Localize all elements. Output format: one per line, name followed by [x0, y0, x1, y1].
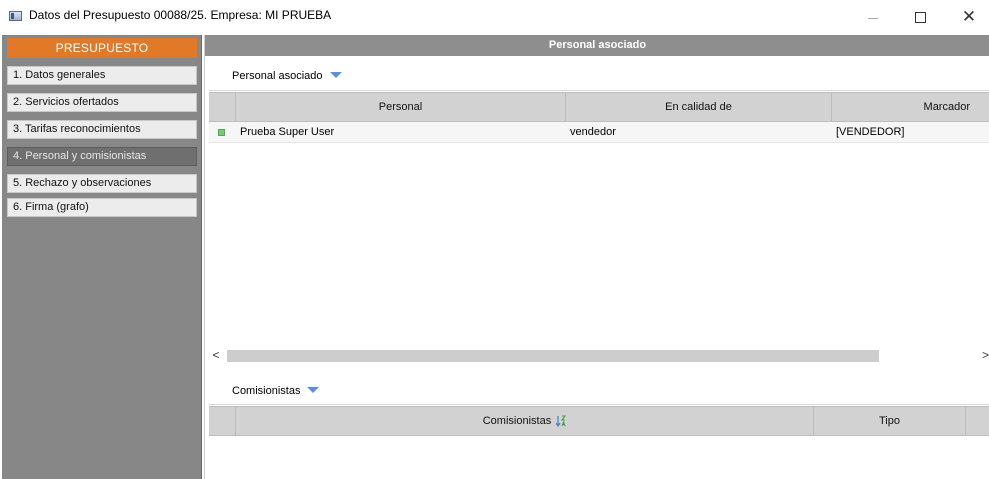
scroll-right-icon[interactable]: > [982, 349, 989, 363]
window-title: Datos del Presupuesto 00088/25. Empresa:… [29, 8, 332, 22]
column-header-filler [966, 407, 989, 435]
minimize-icon [868, 17, 878, 19]
sidebar-item-tarifas-reconocimientos[interactable]: 3. Tarifas reconocimientos [7, 120, 197, 139]
chevron-down-icon [329, 72, 342, 79]
comisionistas-grid-header: Comisionistas Tipo [209, 406, 989, 436]
column-header-en-calidad-de[interactable]: En calidad de [566, 93, 832, 121]
sidebar-item-datos-generales[interactable]: 1. Datos generales [7, 66, 197, 85]
maximize-icon [914, 11, 926, 23]
scrollbar-thumb[interactable] [227, 350, 879, 362]
cell-personal: Prueba Super User [240, 126, 335, 138]
chevron-down-icon [307, 387, 320, 394]
column-header-comisionistas[interactable]: Comisionistas [236, 407, 814, 435]
column-header-comisionistas-label: Comisionistas [482, 415, 552, 427]
app-icon [9, 11, 22, 21]
personal-grid-header: Personal En calidad de Marcador [209, 92, 989, 122]
title-bar: Datos del Presupuesto 00088/25. Empresa:… [0, 0, 989, 34]
scroll-left-icon[interactable]: < [209, 349, 223, 363]
divider [209, 90, 989, 91]
column-header-tipo[interactable]: Tipo [814, 407, 966, 435]
column-header-personal[interactable]: Personal [236, 93, 566, 121]
personal-group-label: Personal asociado [232, 70, 323, 82]
personal-group-toggle[interactable]: Personal asociado [232, 70, 342, 82]
column-header-marcador[interactable]: Marcador [832, 93, 989, 121]
close-button[interactable]: ✕ [946, 0, 989, 34]
sidebar-item-rechazo-observaciones[interactable]: 5. Rechazo y observaciones [7, 174, 197, 193]
row-selector-header [209, 93, 236, 121]
comisionistas-group-label: Comisionistas [232, 385, 301, 397]
close-icon: ✕ [961, 7, 977, 26]
sort-az-icon [555, 415, 567, 428]
row-status-icon [218, 129, 225, 136]
table-row[interactable]: Prueba Super User vendedor [VENDEDOR] [209, 122, 989, 143]
sidebar: PRESUPUESTO 1. Datos generales 2. Servic… [2, 35, 202, 479]
cell-en-calidad-de: vendedor [570, 126, 616, 138]
row-selector-header [209, 407, 236, 435]
comisionistas-group-toggle[interactable]: Comisionistas [232, 385, 320, 397]
minimize-button[interactable] [850, 0, 896, 34]
main-panel: Personal asociado Personal asociado Pers… [204, 35, 989, 479]
sidebar-item-firma-grafo[interactable]: 6. Firma (grafo) [7, 198, 197, 217]
sidebar-item-servicios-ofertados[interactable]: 2. Servicios ofertados [7, 93, 197, 112]
divider [209, 404, 989, 405]
sidebar-header: PRESUPUESTO [7, 38, 197, 58]
section-title: Personal asociado [205, 35, 989, 56]
cell-marcador: [VENDEDOR] [836, 126, 905, 138]
horizontal-scrollbar[interactable]: < > [209, 349, 989, 363]
maximize-button[interactable] [897, 0, 943, 34]
sidebar-item-personal-comisionistas[interactable]: 4. Personal y comisionistas [7, 147, 197, 166]
